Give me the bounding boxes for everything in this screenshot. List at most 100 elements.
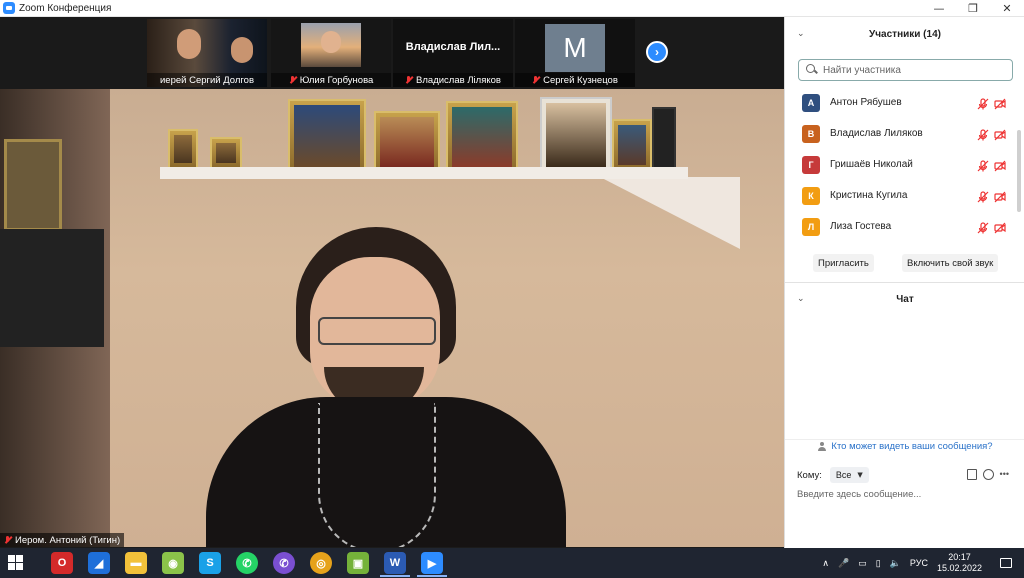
- avatar: К: [802, 186, 820, 205]
- system-tray: ∧ 🎤 ▭ ▯ 🔈 РУС 20:17 15.02.2022: [822, 548, 1024, 578]
- notification-icon[interactable]: [1000, 558, 1012, 568]
- taskbar: O ◢ ▬ ◉ S ✆ ✆ ◎ ▣ W ▶ ∧ 🎤 ▭ ▯ 🔈 РУС 20:1…: [0, 548, 1024, 578]
- thumbnail-avatar-tile[interactable]: M Сергей Кузнецов: [515, 19, 635, 87]
- title-bar: Zoom Конференция — ❐ ✕: [0, 0, 1024, 17]
- viber-icon[interactable]: ✆: [273, 552, 295, 574]
- list-item[interactable]: В Владислав Лиляков: [785, 118, 1015, 149]
- list-item[interactable]: А Антон Рябушев: [785, 87, 1015, 118]
- close-button[interactable]: ✕: [990, 0, 1024, 17]
- invite-button[interactable]: Пригласить: [813, 254, 874, 272]
- thumbnail-title-tile[interactable]: Владислав Лил... Владислав Ліляков: [393, 19, 513, 87]
- wall-picture: [4, 139, 62, 231]
- tray-caret-icon[interactable]: ∧: [822, 558, 829, 569]
- microphone-icon[interactable]: 🎤: [838, 558, 849, 569]
- thumbnail-video[interactable]: иерей Сергий Долгов: [147, 19, 267, 87]
- chrome-icon[interactable]: ◎: [310, 552, 332, 574]
- icon-picture: [652, 107, 676, 171]
- icon-picture: [210, 137, 242, 169]
- video-off-icon: [994, 190, 1006, 203]
- more-icon[interactable]: •••: [1000, 469, 1009, 480]
- icon-picture: [540, 97, 612, 173]
- thumbnail-name: Владислав Ліляков: [393, 73, 513, 87]
- opera-icon[interactable]: O: [51, 552, 73, 574]
- active-indicator: [417, 575, 447, 577]
- main-video-name: Иером. Антоний (Тигин): [0, 533, 125, 547]
- participant-search[interactable]: [798, 59, 1013, 81]
- video-off-icon: [994, 128, 1006, 141]
- panel-divider: [785, 282, 1024, 283]
- chat-header[interactable]: ⌄ Чат: [785, 289, 1024, 309]
- file-explorer-icon[interactable]: ▬: [125, 552, 147, 574]
- search-icon: [805, 63, 819, 77]
- maximize-button[interactable]: ❐: [956, 0, 990, 17]
- chevron-down-icon[interactable]: ⌄: [797, 29, 805, 39]
- emoji-icon[interactable]: [982, 469, 994, 480]
- network-app-icon[interactable]: ◉: [162, 552, 184, 574]
- recipient-select[interactable]: Все ▼: [829, 467, 869, 483]
- list-item[interactable]: К Кристина Кугила: [785, 180, 1015, 211]
- chat-recipient-row: Кому: Все ▼ •••: [797, 467, 1017, 483]
- android-app-icon[interactable]: ▣: [347, 552, 369, 574]
- icon-picture: [168, 129, 198, 169]
- participants-scrollbar[interactable]: [1017, 130, 1021, 212]
- volume-icon[interactable]: 🔈: [890, 558, 901, 569]
- chat-message-input[interactable]: [797, 489, 1012, 500]
- clock-date: 15.02.2022: [936, 563, 982, 573]
- mic-muted-icon: [405, 76, 413, 84]
- mic-muted-icon: [289, 76, 297, 84]
- windows-start-icon[interactable]: [8, 555, 24, 571]
- person-icon: [817, 441, 827, 452]
- active-indicator: [380, 575, 410, 577]
- chat-visibility-link[interactable]: Кто может видеть ваши сообщения?: [785, 439, 1024, 453]
- side-panel: ⌄ Участники (14) А Антон Рябушев В Влади…: [784, 17, 1024, 548]
- avatar: Л: [802, 217, 820, 236]
- participants-list: А Антон Рябушев В Владислав Лиляков Г Гр…: [785, 87, 1015, 242]
- avatar: А: [802, 93, 820, 112]
- recipient-label: Кому:: [797, 469, 822, 481]
- chat-tools: •••: [966, 469, 1009, 480]
- minimize-button[interactable]: —: [922, 0, 956, 17]
- word-icon[interactable]: W: [384, 552, 406, 574]
- participant-face: [177, 29, 201, 59]
- participants-header[interactable]: ⌄ Участники (14): [785, 17, 1024, 51]
- file-icon[interactable]: [966, 469, 977, 480]
- mic-muted-icon: [4, 536, 12, 544]
- icon-picture: [446, 101, 518, 173]
- next-page-icon[interactable]: ›: [646, 41, 668, 63]
- participants-title: Участники (14): [869, 28, 941, 40]
- clock[interactable]: 20:17 15.02.2022: [937, 552, 982, 574]
- glasses: [318, 317, 436, 345]
- side-shelf: [0, 229, 104, 347]
- avatar: Г: [802, 155, 820, 174]
- chat-title: Чат: [896, 293, 914, 305]
- thumbnail-name: Сергей Кузнецов: [515, 73, 635, 87]
- avatar: В: [802, 124, 820, 143]
- participant-name: Владислав Лиляков: [830, 128, 923, 139]
- list-item[interactable]: Г Гришаёв Николай: [785, 149, 1015, 180]
- icon-picture: [374, 111, 440, 173]
- chevron-down-icon[interactable]: ⌄: [797, 294, 805, 304]
- network-icon[interactable]: ▭: [858, 558, 867, 569]
- participant-face: [231, 37, 253, 63]
- participant-name: Кристина Кугила: [830, 190, 908, 201]
- chevron-down-icon: ▼: [857, 471, 863, 479]
- edge-icon[interactable]: ◢: [88, 552, 110, 574]
- battery-icon[interactable]: ▯: [876, 558, 881, 569]
- shelf-bracket: [600, 177, 740, 249]
- unmute-button[interactable]: Включить свой звук: [902, 254, 999, 272]
- mic-muted-icon: [977, 159, 989, 172]
- skype-icon[interactable]: S: [199, 552, 221, 574]
- language-indicator[interactable]: РУС: [910, 558, 928, 568]
- zoom-taskbar-icon[interactable]: ▶: [421, 552, 443, 574]
- participant-face: [321, 31, 341, 53]
- window-title: Zoom Конференция: [19, 2, 112, 14]
- mic-muted-icon: [532, 76, 540, 84]
- list-item[interactable]: Л Лиза Гостева: [785, 211, 1015, 242]
- speaker: [206, 227, 566, 547]
- whatsapp-icon[interactable]: ✆: [236, 552, 258, 574]
- chain: [318, 403, 436, 547]
- participant-name: Антон Рябушев: [830, 97, 902, 108]
- thumbnail-video[interactable]: Юлия Горбунова: [271, 19, 391, 87]
- search-input[interactable]: [823, 64, 1003, 76]
- participant-name: Лиза Гостева: [830, 221, 892, 232]
